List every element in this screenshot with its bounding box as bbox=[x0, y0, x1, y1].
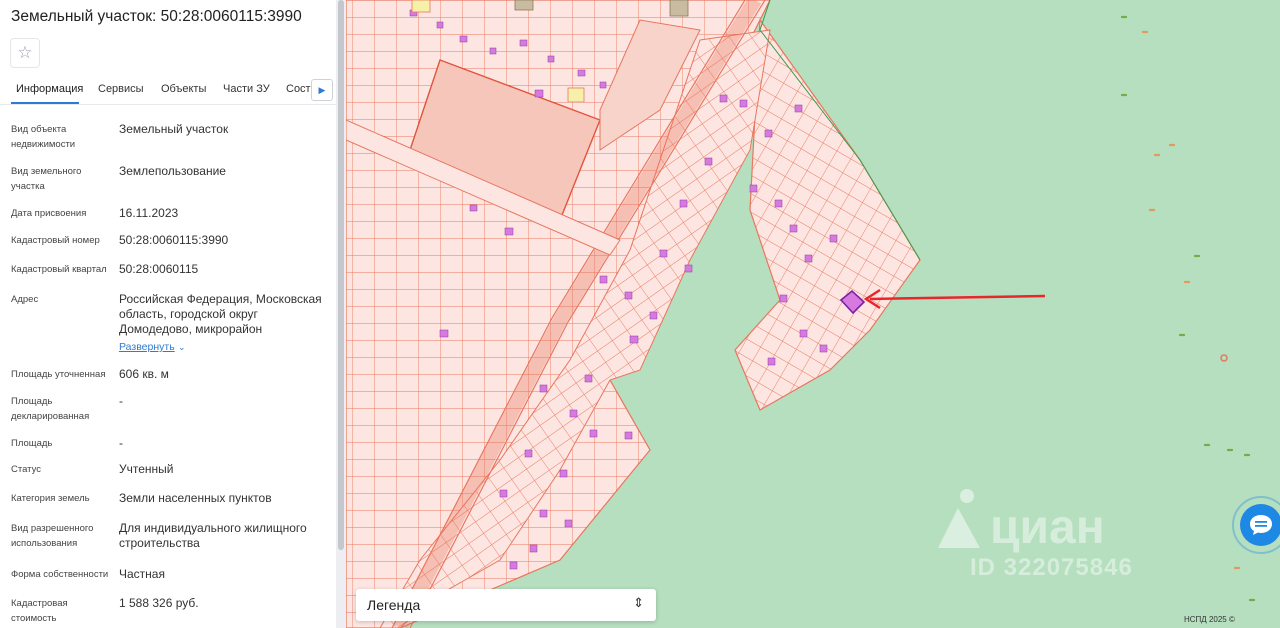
cian-logo-icon bbox=[938, 489, 980, 548]
field-value: 16.11.2023 bbox=[119, 206, 179, 220]
field-label: Площадь уточненная bbox=[11, 369, 106, 380]
field-value: Земли населенных пунктов bbox=[119, 491, 272, 505]
field-label: Кадастровый номер bbox=[11, 235, 100, 246]
watermark-id: ID 322075846 bbox=[970, 554, 1133, 581]
field-value: 50:28:0060115:3990 bbox=[119, 233, 229, 247]
field-value: Для индивидуального жилищного строительс… bbox=[119, 521, 307, 550]
field-label: Категория земель bbox=[11, 493, 90, 504]
field-label: Форма собственности bbox=[11, 569, 109, 580]
field-value: 1 588 326 руб. bbox=[119, 596, 199, 610]
marked-parcel bbox=[567, 87, 585, 103]
chat-button[interactable] bbox=[1240, 504, 1280, 546]
address-value: Российская Федерация, Московская область… bbox=[119, 292, 322, 336]
favorite-star-icon[interactable]: ☆ bbox=[10, 38, 40, 68]
field-label: Статус bbox=[11, 464, 42, 475]
page-title: Земельный участок: 50:28:0060115:3990 bbox=[11, 8, 302, 25]
field-value: - bbox=[119, 394, 123, 408]
tabs-scroll-right-icon[interactable]: ▶ bbox=[311, 79, 333, 101]
chat-icon bbox=[1250, 515, 1272, 535]
field-label: Вид разрешенного использования bbox=[11, 523, 94, 549]
field-label: Вид объекта недвижимости bbox=[11, 124, 76, 150]
tab-services[interactable]: Сервисы bbox=[98, 83, 144, 95]
expand-collapse-icon[interactable]: ⇕ bbox=[633, 595, 644, 611]
field-label: Кадастровая стоимость bbox=[11, 598, 68, 624]
tab-objects[interactable]: Объекты bbox=[161, 83, 206, 95]
marked-parcel bbox=[669, 0, 689, 17]
field-label: Площадь декларированная bbox=[11, 396, 90, 422]
field-value: Земельный участок bbox=[119, 122, 229, 136]
field-label: Дата присвоения bbox=[11, 208, 87, 219]
tab-composition[interactable]: Состав bbox=[286, 83, 312, 95]
field-value: 50:28:0060115 bbox=[119, 262, 199, 276]
divider bbox=[0, 104, 336, 105]
chevron-down-icon[interactable]: ⌄ bbox=[178, 342, 186, 353]
tab-bar: Информация Сервисы Объекты Части ЗУ Сост… bbox=[0, 78, 336, 104]
tab-parts[interactable]: Части ЗУ bbox=[223, 83, 270, 95]
map-canvas[interactable] bbox=[346, 0, 1280, 628]
scrollbar-thumb[interactable] bbox=[338, 0, 344, 550]
field-label: Кадастровый квартал bbox=[11, 264, 107, 275]
marked-parcel bbox=[514, 0, 534, 11]
marked-parcel bbox=[411, 0, 431, 13]
watermark-text: циан bbox=[990, 501, 1105, 554]
field-value: Землепользование bbox=[119, 164, 226, 178]
legend-title: Легенда bbox=[367, 597, 421, 613]
field-label: Площадь bbox=[11, 438, 53, 449]
tab-info[interactable]: Информация bbox=[16, 83, 83, 95]
field-label: Вид земельного участка bbox=[11, 166, 82, 192]
info-panel: Земельный участок: 50:28:0060115:3990 ☆ … bbox=[0, 0, 336, 628]
field-value: Частная bbox=[119, 567, 165, 581]
field-value: - bbox=[119, 436, 123, 450]
legend-dropdown[interactable]: Легенда ⇕ bbox=[356, 589, 656, 621]
field-value: Учтенный bbox=[119, 462, 174, 476]
field-label: Адрес bbox=[11, 294, 39, 305]
copyright: НСПД 2025 © bbox=[1184, 615, 1235, 624]
field-value: 606 кв. м bbox=[119, 367, 169, 381]
expand-link[interactable]: Развернуть bbox=[119, 341, 175, 353]
